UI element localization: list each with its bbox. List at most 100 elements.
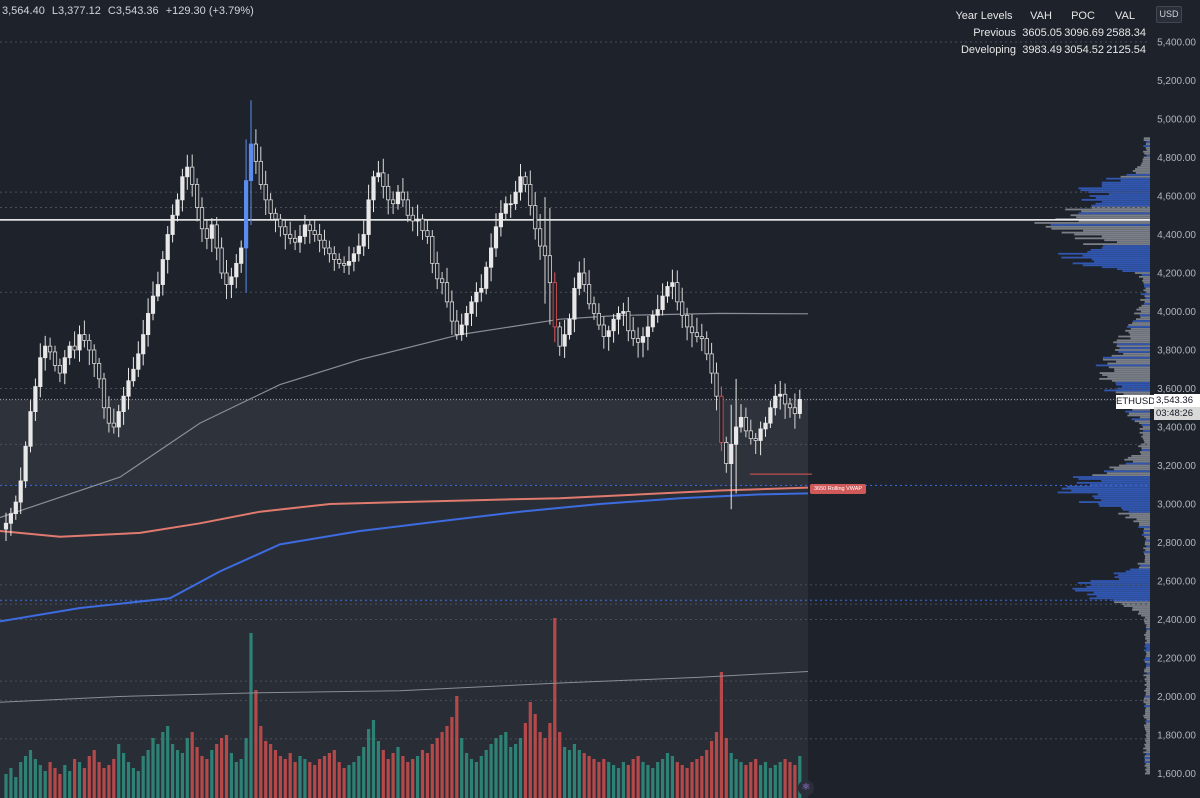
volume-bar bbox=[616, 768, 621, 798]
volume-profile-row bbox=[1144, 761, 1150, 763]
volume-bar bbox=[567, 750, 572, 798]
volume-profile-row bbox=[1075, 589, 1150, 592]
volume-profile-row bbox=[1139, 431, 1150, 434]
volume-bar bbox=[102, 768, 106, 798]
candle-body bbox=[738, 416, 744, 428]
candle-body bbox=[386, 185, 391, 201]
volume-profile-row bbox=[1143, 528, 1150, 530]
volume-bar bbox=[107, 765, 111, 798]
levels-header-row: Year Levels VAH POC VAL bbox=[952, 8, 1150, 25]
volume-profile-row bbox=[1143, 277, 1150, 280]
price-tick-label: 5,400.00 bbox=[1157, 38, 1196, 49]
volume-bar bbox=[259, 726, 263, 798]
volume-profile-row bbox=[1144, 645, 1150, 648]
price-tick-label: 1,800.00 bbox=[1157, 731, 1196, 742]
volume-profile-row bbox=[1145, 637, 1150, 640]
candle-body bbox=[601, 324, 606, 337]
price-tick-label: 2,200.00 bbox=[1157, 654, 1196, 665]
volume-profile-row bbox=[1140, 293, 1150, 296]
volume-profile-row bbox=[1146, 736, 1150, 738]
volume-profile-row bbox=[1141, 162, 1150, 165]
volume-bar bbox=[244, 738, 248, 798]
volume-profile-row bbox=[1132, 170, 1150, 172]
volume-bar bbox=[479, 756, 483, 798]
volume-bar bbox=[494, 738, 498, 798]
volume-bar bbox=[396, 747, 400, 798]
candle-body bbox=[8, 513, 13, 524]
candle-body bbox=[126, 380, 131, 397]
candle-body bbox=[636, 338, 641, 343]
volume-profile-row bbox=[1111, 354, 1150, 357]
candle-body bbox=[724, 441, 729, 464]
volume-profile-row bbox=[1145, 643, 1150, 646]
volume-profile-row bbox=[1145, 626, 1150, 629]
volume-profile-row bbox=[1116, 383, 1150, 386]
volume-profile-row bbox=[1102, 358, 1150, 361]
price-tick-label: 2,600.00 bbox=[1157, 577, 1196, 588]
volume-profile-row bbox=[1078, 212, 1150, 215]
volume-profile-row bbox=[1140, 564, 1150, 567]
volume-profile-row bbox=[1092, 495, 1150, 498]
volume-profile-row bbox=[1126, 173, 1150, 176]
candle-body bbox=[587, 284, 592, 305]
candle-body bbox=[464, 313, 469, 326]
volume-profile-row bbox=[1145, 635, 1150, 638]
volume-bar bbox=[288, 753, 292, 798]
volume-bar bbox=[661, 759, 665, 798]
volume-profile-row bbox=[1106, 177, 1150, 180]
volume-profile-row bbox=[1141, 435, 1150, 438]
volume-bar bbox=[411, 759, 415, 798]
volume-profile-row bbox=[1101, 235, 1150, 238]
candle-body bbox=[493, 226, 499, 249]
volume-profile-row bbox=[1072, 476, 1150, 478]
candle-body bbox=[596, 313, 602, 326]
volume-bar bbox=[577, 750, 581, 798]
candle-body bbox=[542, 245, 548, 257]
candle-body bbox=[675, 282, 680, 303]
volume-profile-row bbox=[1093, 591, 1150, 594]
volume-profile-row bbox=[1116, 345, 1150, 348]
change-value: +129.30 (+3.79%) bbox=[165, 5, 254, 17]
volume-bar bbox=[406, 762, 410, 798]
volume-bar bbox=[367, 729, 371, 798]
volume-bar bbox=[420, 750, 425, 798]
volume-profile-row bbox=[1145, 709, 1150, 711]
volume-profile-row bbox=[1144, 541, 1150, 544]
currency-selector-button[interactable]: USD bbox=[1156, 6, 1182, 23]
volume-bar bbox=[543, 738, 547, 798]
volume-profile-row bbox=[1144, 441, 1150, 444]
volume-bar bbox=[342, 768, 346, 798]
volume-bar bbox=[533, 714, 537, 798]
candle-body bbox=[307, 224, 312, 232]
volume-bar bbox=[53, 768, 57, 798]
volume-profile-row bbox=[1144, 616, 1150, 619]
volume-profile-row bbox=[1145, 711, 1150, 713]
volume-profile-row bbox=[1143, 281, 1150, 284]
volume-bar bbox=[778, 762, 782, 798]
volume-bar bbox=[215, 744, 219, 798]
volume-profile-row bbox=[1139, 524, 1150, 527]
candle-body bbox=[797, 399, 802, 414]
volume-profile-row bbox=[1045, 225, 1150, 228]
volume-bar bbox=[641, 762, 645, 798]
volume-profile-row bbox=[1101, 499, 1150, 502]
volume-profile-row bbox=[1101, 185, 1150, 188]
volume-profile-row bbox=[1144, 641, 1150, 644]
candle-body bbox=[665, 286, 670, 297]
volume-bar bbox=[523, 723, 527, 798]
volume-bar bbox=[33, 759, 37, 798]
price-tick-label: 1,600.00 bbox=[1157, 769, 1196, 780]
volume-profile-row bbox=[1065, 208, 1150, 211]
volume-bar bbox=[136, 771, 140, 798]
replay-icon[interactable]: ⚛ bbox=[798, 780, 814, 796]
candle-body bbox=[366, 199, 371, 235]
volume-profile-row bbox=[1125, 329, 1150, 332]
volume-bar bbox=[156, 744, 160, 798]
price-chart[interactable]: 1,600.00 1,800.00 2,000.00 2,200.00 2,400.00… bbox=[0, 0, 1200, 798]
volume-bar bbox=[337, 762, 341, 798]
volume-profile-row bbox=[1146, 722, 1150, 725]
volume-profile-row bbox=[1143, 701, 1150, 704]
candle-body bbox=[650, 314, 655, 328]
volume-profile-row bbox=[1144, 560, 1150, 563]
candle-body bbox=[332, 253, 337, 260]
